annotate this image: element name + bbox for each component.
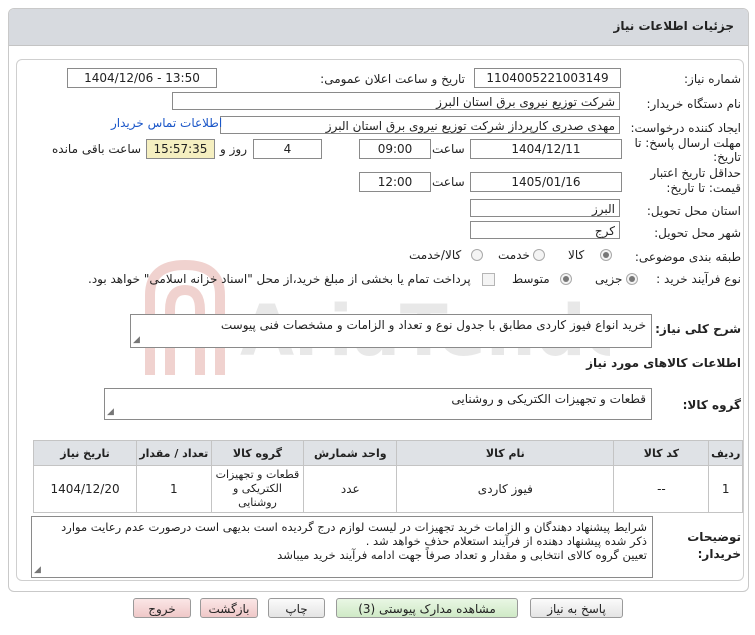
resize-grip-icon[interactable]: ◢ (133, 336, 140, 345)
exit-button[interactable]: خروج (133, 598, 191, 618)
category-radio-goods[interactable] (600, 249, 612, 261)
table-header-row: ردیف کد کالا نام کالا واحد شمارش گروه کا… (32, 440, 743, 466)
category-label: طبقه بندی موضوعی: (634, 250, 741, 264)
buyer-notes-label: توضیحات (687, 530, 741, 544)
reply-deadline-date-field: 1404/12/11 (470, 139, 622, 159)
buyer-org-field: شرکت توزیع نیروی برق استان البرز (172, 92, 620, 110)
col-header-date: تاریخ نیاز (32, 440, 138, 466)
reply-button[interactable]: پاسخ به نیاز (530, 598, 623, 618)
goods-group-label: گروه کالا: (682, 398, 741, 412)
cell-date: 1404/12/20 (32, 465, 138, 513)
buyer-contact-link[interactable]: اطلاعات تماس خریدار (111, 116, 222, 130)
col-header-qty: تعداد / مقدار (136, 440, 212, 466)
requester-label: ایجاد کننده درخواست: (630, 121, 741, 135)
buyer-notes-label-2: خریدار: (697, 547, 741, 561)
col-header-code: کد کالا (613, 440, 710, 466)
buyer-notes-line: تعیین گروه کالای انتخابی و مقدار و تعداد… (277, 548, 647, 562)
price-validity-label-2: قیمت: تا تاریخ: (666, 181, 741, 195)
time-remaining-field: 15:57:35 (146, 139, 215, 159)
category-option-goods: کالا (568, 248, 585, 262)
announce-datetime-field: 1404/12/06 - 13:50 (67, 68, 217, 88)
category-option-goods-service: کالا/خدمت (409, 248, 462, 262)
cell-code: -- (613, 465, 710, 513)
category-option-service: خدمت (498, 248, 530, 262)
reply-deadline-time-label: ساعت (432, 142, 465, 156)
announce-datetime-label: تاریخ و ساعت اعلان عمومی: (320, 72, 465, 86)
cell-unit: عدد (303, 465, 398, 513)
price-validity-time-field: 12:00 (359, 172, 431, 192)
resize-grip-icon[interactable]: ◢ (107, 408, 114, 417)
cell-row: 1 (708, 465, 743, 513)
days-label: روز و (220, 142, 247, 156)
cell-group: قطعات و تجهیزات الکتریکی و روشنایی (210, 465, 305, 513)
goods-group-text: قطعات و تجهیزات الکتریکی و روشنایی (451, 392, 646, 406)
goods-table: ردیف کد کالا نام کالا واحد شمارش گروه کا… (32, 440, 743, 513)
table-row[interactable]: 1 -- فیوز کاردی عدد قطعات و تجهیزات الکت… (32, 465, 743, 513)
price-validity-label: حداقل تاریخ اعتبار (650, 166, 741, 180)
resize-grip-icon[interactable]: ◢ (34, 566, 41, 575)
col-header-group: گروه کالا (210, 440, 305, 466)
panel-title: جزئیات اطلاعات نیاز (613, 19, 734, 33)
category-radio-goods-service[interactable] (471, 249, 483, 261)
buyer-notes-textarea[interactable]: شرایط پیشنهاد دهندگان و الزامات خرید تجه… (31, 516, 653, 578)
price-validity-time-label: ساعت (432, 175, 465, 189)
requester-field: مهدی صدری کارپرداز شرکت توزیع نیروی برق … (220, 116, 620, 134)
treasury-payment-checkbox[interactable] (482, 273, 495, 286)
process-radio-medium[interactable] (560, 273, 572, 285)
process-option-medium: متوسط (512, 272, 550, 286)
process-type-label: نوع فرآیند خرید : (656, 272, 741, 286)
reply-deadline-time-field: 09:00 (359, 139, 431, 159)
buyer-notes-line: ذکر شده پیشنهاد دهنده از فرآیند استعلام … (365, 534, 647, 548)
back-button[interactable]: بازگشت (200, 598, 258, 618)
days-remaining-field: 4 (253, 139, 322, 159)
buyer-notes-line: شرایط پیشنهاد دهندگان و الزامات خرید تجه… (61, 520, 647, 534)
print-button[interactable]: چاپ (268, 598, 325, 618)
process-option-minor: جزیی (595, 272, 623, 286)
province-label: استان محل تحویل: (646, 204, 741, 218)
reply-deadline-label: مهلت ارسال پاسخ: تا (634, 136, 741, 150)
general-description-text: خرید انواع فیوز کاردی مطابق با جدول نوع … (220, 318, 646, 332)
category-radio-service[interactable] (533, 249, 545, 261)
city-label: شهر محل تحویل: (654, 226, 741, 240)
price-validity-date-field: 1405/01/16 (470, 172, 622, 192)
panel-titlebar: جزئیات اطلاعات نیاز (9, 9, 748, 46)
col-header-unit: واحد شمارش (303, 440, 398, 466)
col-header-name: نام کالا (396, 440, 615, 466)
need-number-label: شماره نیاز: (684, 72, 741, 86)
view-attachments-button[interactable]: مشاهده مدارک پیوستی (3) (336, 598, 518, 618)
goods-group-textarea[interactable]: قطعات و تجهیزات الکتریکی و روشنایی ◢ (104, 388, 652, 420)
province-field: البرز (470, 199, 620, 217)
city-field: کرج (470, 221, 620, 239)
buyer-org-label: نام دستگاه خریدار: (646, 97, 742, 111)
time-remaining-label: ساعت باقی مانده (52, 142, 142, 156)
cell-name: فیوز کاردی (396, 465, 615, 513)
cell-qty: 1 (136, 465, 212, 513)
general-description-textarea[interactable]: خرید انواع فیوز کاردی مطابق با جدول نوع … (130, 314, 652, 348)
general-description-label: شرح کلی نیاز: (655, 322, 741, 336)
treasury-payment-note: پرداخت تمام یا بخشی از مبلغ خرید،از محل … (88, 272, 471, 286)
col-header-row: ردیف (708, 440, 743, 466)
need-number-field: 1104005221003149 (474, 68, 621, 88)
reply-deadline-label-2: تاریخ: (713, 150, 741, 164)
goods-info-heading: اطلاعات کالاهای مورد نیاز (586, 356, 741, 370)
process-radio-minor[interactable] (626, 273, 638, 285)
